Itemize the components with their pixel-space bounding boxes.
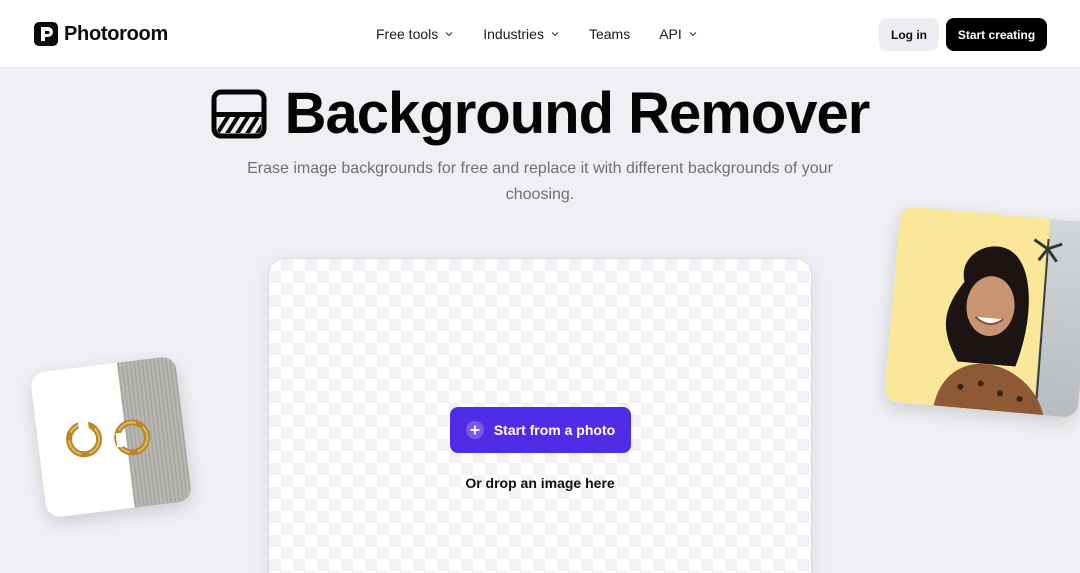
sample-image-earrings[interactable] [29,355,193,519]
main-nav: Free tools Industries Teams API [376,0,727,68]
upload-dropzone[interactable]: Start from a photo Or drop an image here [269,259,811,573]
brand-logo[interactable]: Photoroom [34,22,168,46]
top-header: Photoroom Free tools Industries Teams AP… [0,0,1080,68]
nav-item-label: Industries [483,26,544,42]
chevron-down-icon [445,32,453,37]
nav-item-api[interactable]: API [659,26,698,42]
page-title: Background Remover [284,81,871,146]
login-button[interactable]: Log in [879,18,939,51]
hero-title-row: Background Remover [0,82,1080,146]
start-creating-button[interactable]: Start creating [946,18,1047,51]
nav-item-label: Free tools [376,26,439,42]
start-from-photo-button[interactable]: Start from a photo [450,407,631,453]
nav-item-industries[interactable]: Industries [483,26,560,42]
plus-circle-icon [465,421,484,439]
nav-item-free-tools[interactable]: Free tools [376,26,454,42]
background-remover-icon [211,89,267,139]
sample-image-portrait[interactable] [883,205,1080,419]
brand-name: Photoroom [64,22,168,45]
page-subtitle: Erase image backgrounds for free and rep… [247,160,833,203]
start-from-photo-label: Start from a photo [493,422,616,438]
chevron-down-icon [551,32,559,37]
drop-hint: Or drop an image here [465,475,615,491]
chevron-down-icon [689,32,697,37]
nav-item-teams[interactable]: Teams [589,26,630,42]
portrait-photo [933,238,1063,416]
nav-item-label: API [659,26,682,42]
photoroom-logo-icon [34,22,58,46]
nav-item-label: Teams [588,26,631,42]
